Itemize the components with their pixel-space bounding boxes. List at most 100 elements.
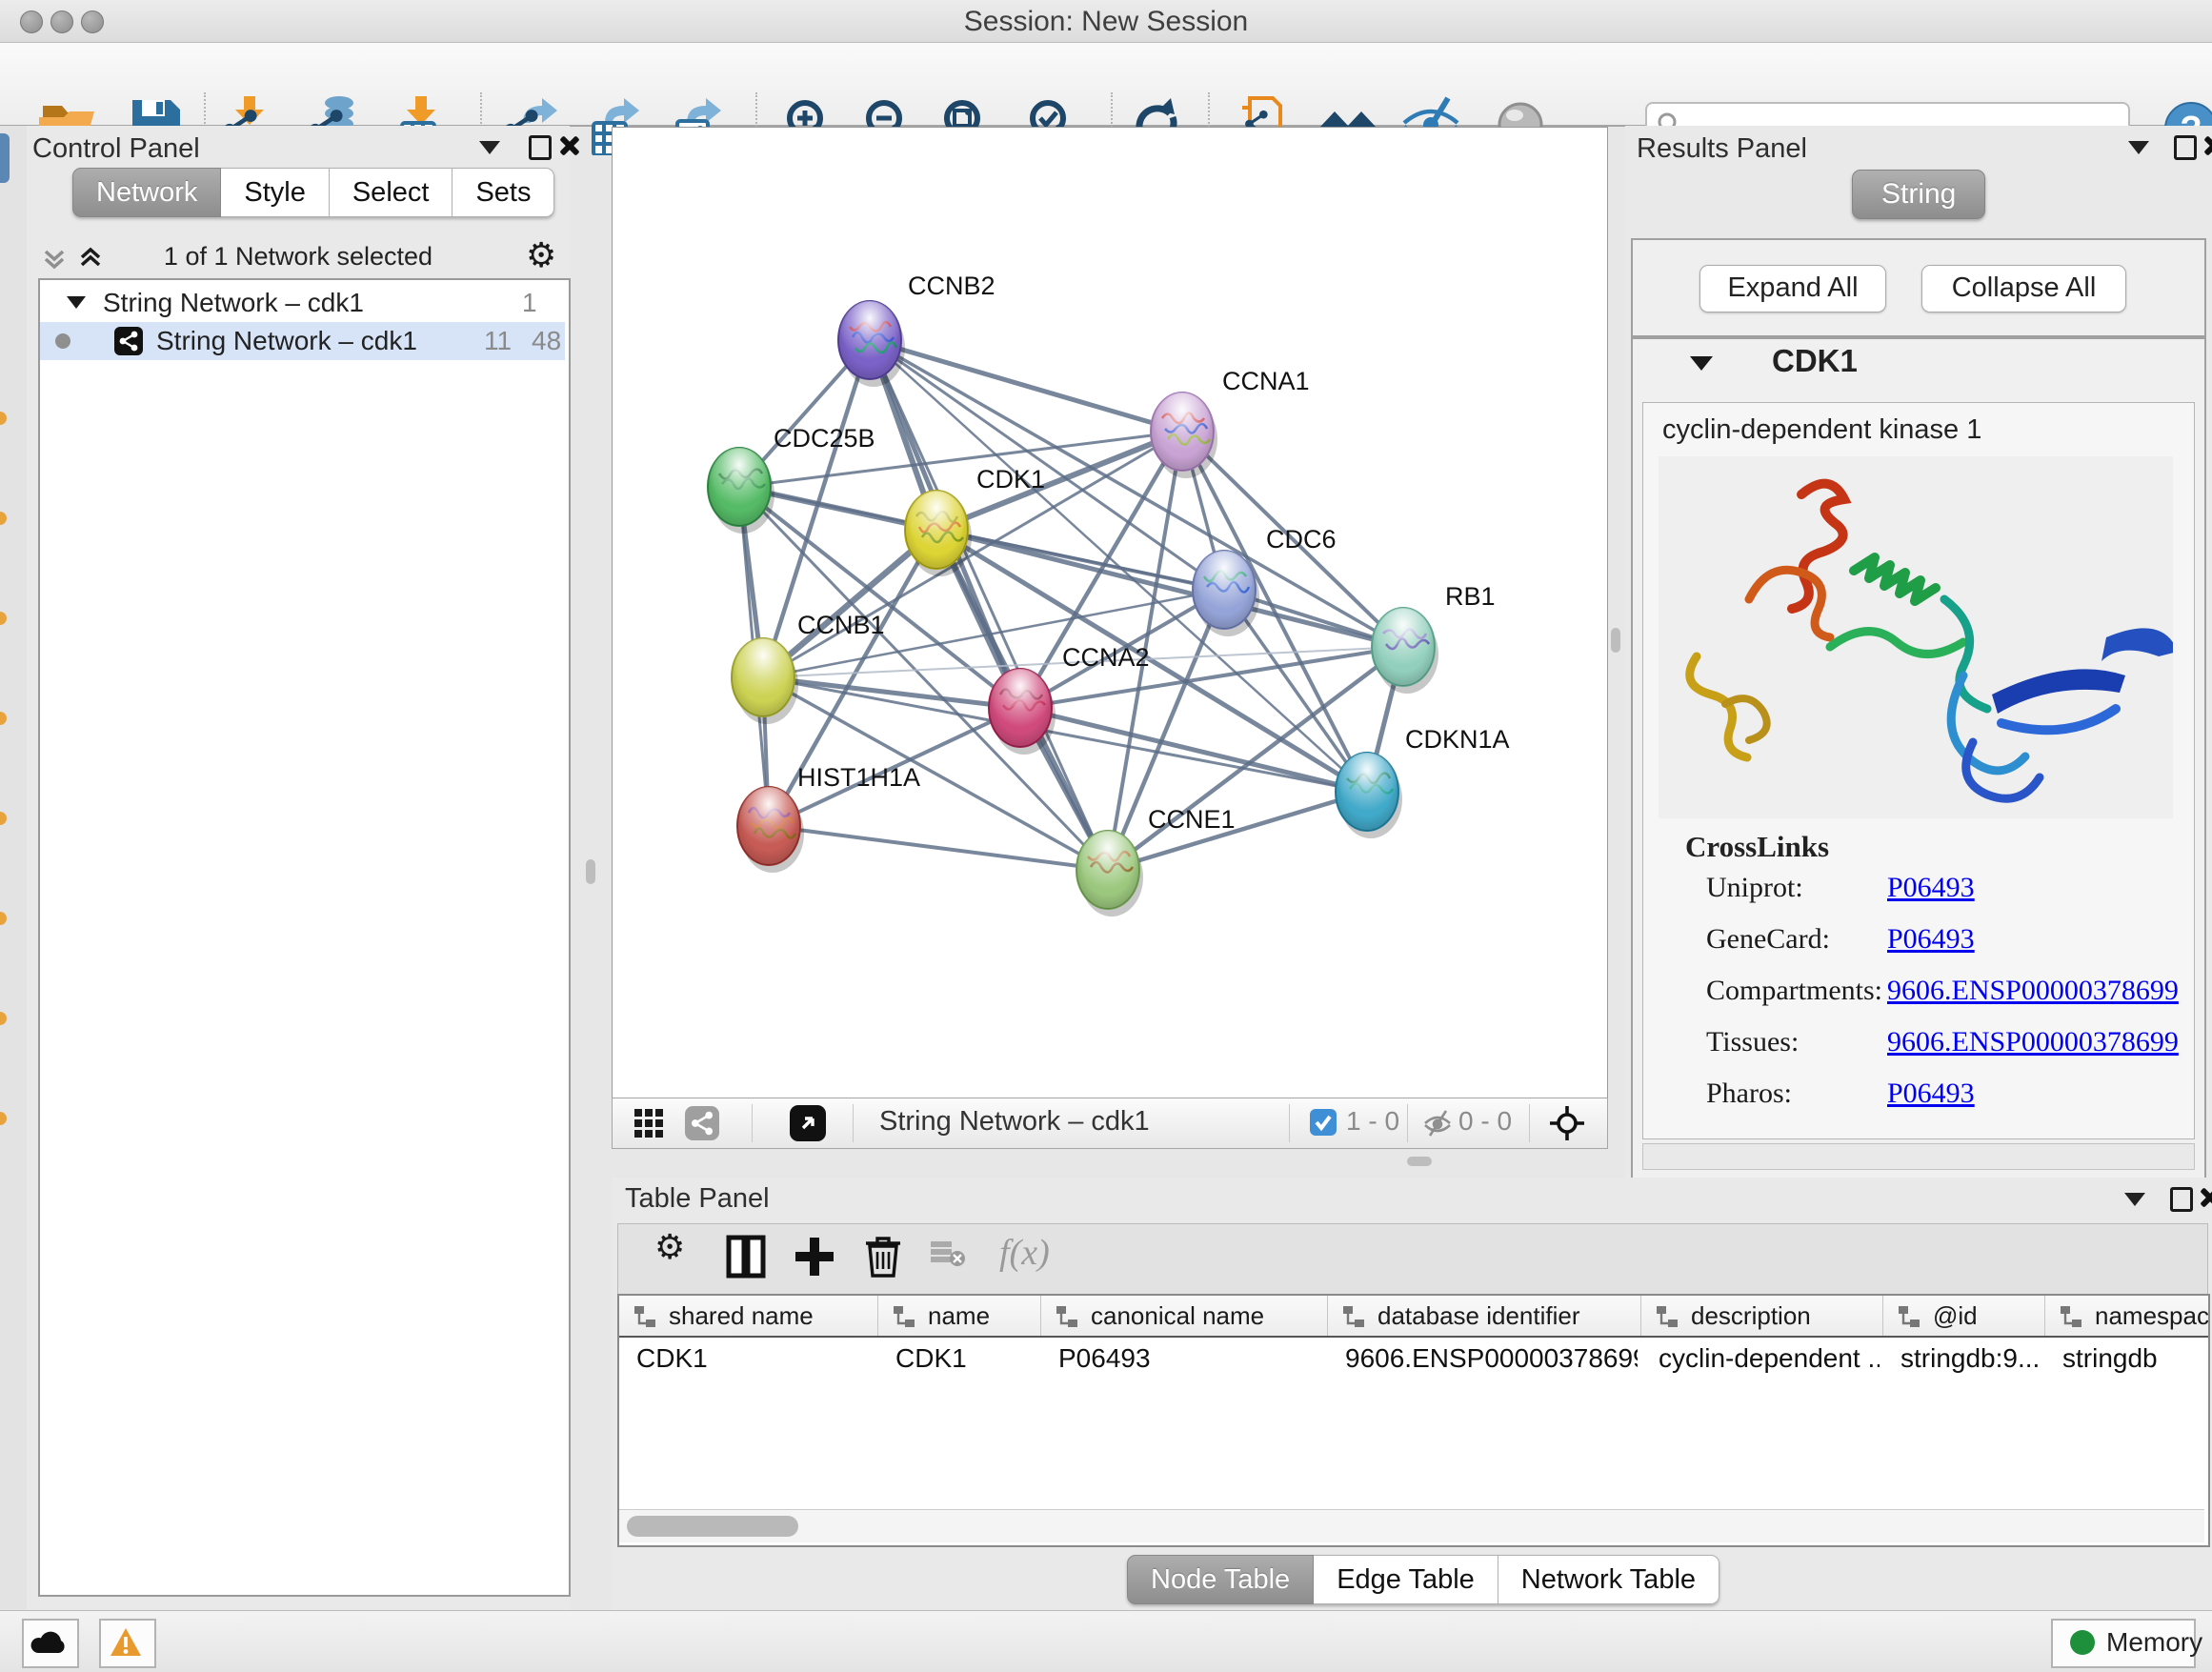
- collection-expand-icon[interactable]: [67, 296, 86, 309]
- clipped-icon: [0, 912, 7, 925]
- network-node-CDC25B[interactable]: CDC25B: [708, 424, 875, 534]
- table-panel-close-icon[interactable]: [2199, 1187, 2212, 1208]
- hidden-eye-slash-icon[interactable]: [1422, 1108, 1453, 1143]
- protein-description: cyclin-dependent kinase 1: [1662, 414, 1981, 446]
- delete-column-trash-icon[interactable]: [860, 1234, 910, 1283]
- column-header-sharedname[interactable]: shared name: [619, 1296, 878, 1336]
- network-edge[interactable]: [763, 677, 1020, 708]
- node-label: CCNB2: [908, 272, 995, 300]
- network-node-CCNE1[interactable]: CCNE1: [1076, 805, 1236, 917]
- control-panel-float-icon[interactable]: [529, 135, 552, 160]
- network-row-selected[interactable]: String Network – cdk1 11 48: [40, 322, 565, 360]
- left-edge-gutter: [0, 126, 28, 1610]
- protein-collapse-icon[interactable]: [1690, 356, 1713, 371]
- selected-count-badge: 1 - 0: [1346, 1106, 1399, 1137]
- tab-network-table[interactable]: Network Table: [1498, 1555, 1719, 1604]
- crosslink-link[interactable]: 9606.ENSP00000378699: [1887, 975, 2179, 1007]
- clipped-icon: [0, 1012, 7, 1025]
- warning-icon: [109, 1626, 143, 1659]
- results-scroll-track[interactable]: [1642, 1143, 2195, 1170]
- table-hscrollbar[interactable]: [619, 1509, 2204, 1542]
- clipped-icon: [0, 133, 10, 183]
- function-builder-icon: f(x): [999, 1232, 1049, 1281]
- table-cell[interactable]: cyclin-dependent ...: [1659, 1343, 1880, 1378]
- control-panel-menu-icon[interactable]: [479, 141, 500, 154]
- network-node-CDKN1A[interactable]: CDKN1A: [1336, 725, 1510, 838]
- network-edge[interactable]: [870, 340, 1182, 432]
- results-panel-menu-icon[interactable]: [2128, 141, 2149, 154]
- crosslink-link[interactable]: P06493: [1887, 1078, 1975, 1110]
- table-panel-float-icon[interactable]: [2170, 1187, 2193, 1212]
- grid-view-icon[interactable]: [633, 1108, 664, 1143]
- center-view-crosshair-icon[interactable]: [1548, 1104, 1586, 1147]
- table-hscrollbar-thumb[interactable]: [627, 1516, 798, 1537]
- table-cell[interactable]: 9606.ENSP00000378699: [1345, 1343, 1638, 1378]
- table-cell[interactable]: stringdb:9...: [1900, 1343, 2041, 1378]
- selected-checkbox-icon[interactable]: [1310, 1109, 1337, 1140]
- network-collection-row[interactable]: String Network – cdk1 1: [40, 284, 565, 322]
- network-canvas[interactable]: CCNB2 CCNA1 CDC25B CDK1: [612, 127, 1608, 1099]
- network-options-gear-icon[interactable]: ⚙: [526, 238, 556, 272]
- column-header-name[interactable]: name: [878, 1296, 1041, 1336]
- column-header-canonicalname[interactable]: canonical name: [1041, 1296, 1328, 1336]
- memory-button[interactable]: Memory: [2051, 1619, 2196, 1668]
- tab-network[interactable]: Network: [72, 168, 221, 217]
- birdseye-view-icon[interactable]: [790, 1105, 826, 1146]
- collapse-all-button[interactable]: Collapse All: [1921, 265, 2126, 312]
- node-label: HIST1H1A: [797, 763, 920, 792]
- table-cell[interactable]: CDK1: [895, 1343, 1037, 1378]
- show-columns-icon[interactable]: [723, 1234, 773, 1283]
- expand-all-button[interactable]: Expand All: [1699, 265, 1886, 312]
- crosslink-link[interactable]: P06493: [1887, 872, 1975, 904]
- node-label: CDKN1A: [1405, 725, 1510, 754]
- collapse-all-tree-icon[interactable]: [40, 244, 69, 277]
- node-label: CDC6: [1266, 525, 1337, 554]
- tab-sets[interactable]: Sets: [452, 168, 554, 217]
- crosslink-label: GeneCard:: [1706, 923, 1830, 956]
- right-splitter-handle[interactable]: [1611, 628, 1620, 653]
- network-node-RB1[interactable]: RB1: [1372, 582, 1496, 694]
- network-node-CCNA1[interactable]: CCNA1: [1151, 367, 1310, 478]
- table-panel-menu-icon[interactable]: [2124, 1193, 2145, 1206]
- tab-string[interactable]: String: [1852, 170, 1985, 219]
- crosslink-link[interactable]: P06493: [1887, 923, 1975, 956]
- expand-all-tree-icon[interactable]: [76, 244, 105, 277]
- crosslink-label: Uniprot:: [1706, 872, 1803, 904]
- node-label: RB1: [1445, 582, 1496, 611]
- column-header-description[interactable]: description: [1641, 1296, 1883, 1336]
- warning-button[interactable]: [99, 1619, 156, 1668]
- node-label: CDK1: [976, 465, 1045, 494]
- tab-style[interactable]: Style: [221, 168, 329, 217]
- tab-select[interactable]: Select: [330, 168, 453, 217]
- tab-node-table[interactable]: Node Table: [1127, 1555, 1314, 1604]
- network-tree: String Network – cdk1 1 String Network –…: [38, 278, 571, 1597]
- table-cell[interactable]: P06493: [1058, 1343, 1324, 1378]
- control-panel-close-icon[interactable]: [558, 135, 579, 156]
- clipped-icon: [0, 812, 7, 825]
- cloud-button[interactable]: [22, 1619, 79, 1668]
- share-view-icon[interactable]: [685, 1106, 719, 1145]
- cloud-icon: [30, 1628, 68, 1657]
- results-panel-close-icon[interactable]: [2202, 135, 2212, 156]
- crosslink-label: Pharos:: [1706, 1078, 1792, 1110]
- table-options-gear-icon[interactable]: ⚙: [654, 1230, 704, 1279]
- left-splitter-handle[interactable]: [586, 859, 595, 884]
- network-edge[interactable]: [769, 826, 1108, 870]
- table-cell[interactable]: CDK1: [636, 1343, 875, 1378]
- clipped-icon: [0, 612, 7, 625]
- results-panel-float-icon[interactable]: [2174, 135, 2197, 160]
- network-label: String Network – cdk1: [156, 322, 417, 360]
- column-header-id[interactable]: @id: [1883, 1296, 2045, 1336]
- column-header-databaseidentifier[interactable]: database identifier: [1328, 1296, 1641, 1336]
- network-edge[interactable]: [1108, 792, 1367, 870]
- table-cell[interactable]: stringdb: [2062, 1343, 2210, 1378]
- add-column-icon[interactable]: [792, 1234, 841, 1283]
- protein-structure-image: [1659, 456, 2173, 818]
- column-header-namespace[interactable]: namespace: [2045, 1296, 2210, 1336]
- tab-edge-table[interactable]: Edge Table: [1314, 1555, 1498, 1604]
- crosslink-link[interactable]: 9606.ENSP00000378699: [1887, 1026, 2179, 1058]
- string-network-icon: [114, 327, 143, 366]
- node-table[interactable]: shared namenamecanonical namedatabase id…: [617, 1294, 2210, 1547]
- hidden-count-badge: 0 - 0: [1458, 1106, 1512, 1137]
- horizontal-splitter-handle[interactable]: [1407, 1157, 1432, 1166]
